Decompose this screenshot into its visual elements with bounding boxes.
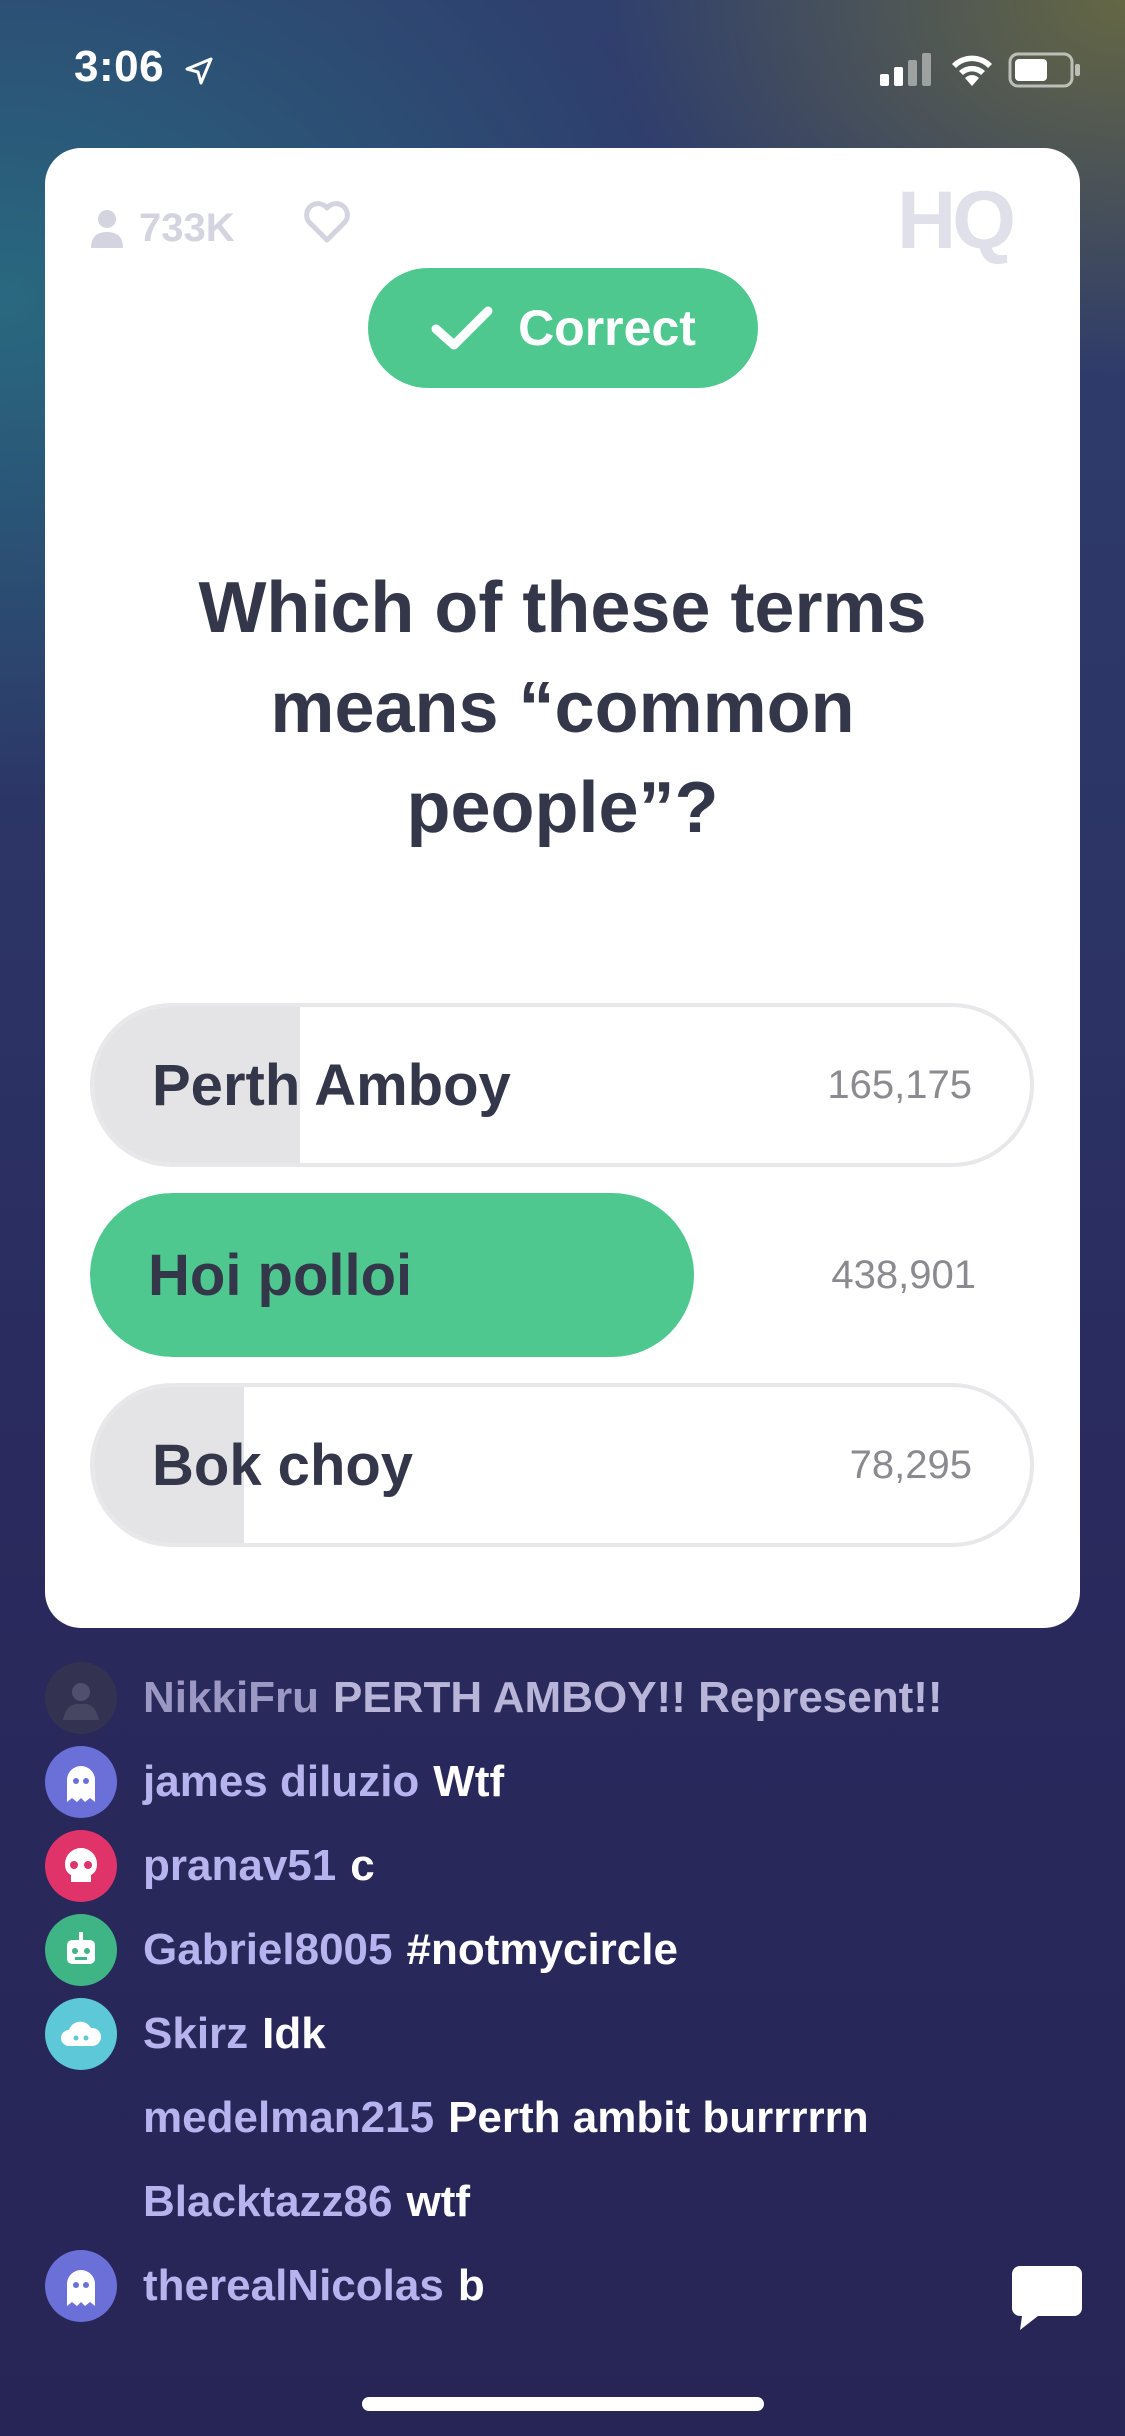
chat-text: wtf (406, 2177, 471, 2226)
answer-option-1[interactable]: Perth Amboy 165,175 (90, 1003, 1034, 1167)
cloud-icon (45, 1998, 117, 2070)
correct-badge: Correct (368, 268, 758, 388)
chat-message: therealNicolas b (45, 2250, 485, 2322)
avatar-placeholder (45, 2082, 117, 2154)
answer-1-label: Perth Amboy (152, 1052, 511, 1118)
chat-message: james diluzio Wtf (45, 1746, 504, 1818)
chat-message: Skirz Idk (45, 1998, 326, 2070)
chat-text: #notmycircle (406, 1925, 678, 1974)
battery-icon (1008, 52, 1080, 88)
wifi-icon (952, 55, 992, 86)
chat-text: Wtf (433, 1757, 505, 1806)
chat-text: Perth ambit burrrrrn (448, 2093, 869, 2142)
location-arrow-icon (185, 57, 213, 85)
answer-option-3[interactable]: Bok choy 78,295 (90, 1383, 1034, 1547)
answer-2-label: Hoi polloi (148, 1242, 413, 1308)
check-icon (431, 306, 493, 350)
chat-username: medelman215 (143, 2093, 435, 2142)
answer-3-label: Bok choy (152, 1432, 414, 1498)
chat-text: c (350, 1841, 375, 1890)
status-time: 3:06 (74, 42, 165, 91)
robot-icon (45, 1914, 117, 1986)
chat-username: james diluzio (143, 1757, 420, 1806)
chat-text: b (457, 2261, 485, 2310)
answer-3-count: 78,295 (849, 1442, 972, 1487)
ghost-icon (45, 2250, 117, 2322)
hq-logo: HQ (897, 176, 1017, 266)
question-card: 733K HQ Correct Which of these terms mea… (45, 148, 1080, 1628)
ghost-icon (45, 1746, 117, 1818)
correct-label: Correct (518, 300, 696, 356)
chat-username: Blacktazz86 (143, 2177, 393, 2226)
chat-username: therealNicolas (143, 2261, 444, 2310)
chat-message: NikkiFru PERTH AMBOY!! Represent!! (45, 1662, 943, 1734)
chat-username: pranav51 (143, 1841, 337, 1890)
heart-icon[interactable] (303, 200, 351, 244)
chat-message: Blacktazz86 wtf (45, 2166, 470, 2238)
status-bar: 3:06 (0, 0, 1125, 140)
chat-text: PERTH AMBOY!! Represent!! (333, 1673, 943, 1722)
chat-bubble-icon[interactable] (1010, 2262, 1084, 2332)
home-indicator[interactable] (362, 2397, 764, 2411)
question-text: Which of these terms means “common peopl… (198, 568, 927, 848)
skull-icon (45, 1830, 117, 1902)
chat-username: Gabriel8005 (143, 1925, 393, 1974)
viewer-count-group: 733K (89, 200, 235, 256)
avatar-placeholder (45, 2166, 117, 2238)
answer-1-count: 165,175 (827, 1062, 972, 1107)
person-icon (91, 210, 123, 248)
photo-avatar (45, 1662, 117, 1734)
photo-avatar-image (63, 1683, 99, 1720)
chat-text: Idk (262, 2009, 326, 2058)
answer-option-2[interactable]: Hoi polloi 438,901 (90, 1193, 1034, 1357)
answer-2-count: 438,901 (831, 1252, 976, 1297)
cellular-signal-icon (880, 53, 931, 86)
chat-message: medelman215 Perth ambit burrrrrn (45, 2082, 869, 2154)
chat-message: pranav51 c (45, 1830, 375, 1902)
chat-username: NikkiFru (143, 1673, 320, 1722)
viewer-count: 733K (139, 205, 235, 250)
chat-message: Gabriel8005 #notmycircle (45, 1914, 678, 1986)
chat-username: Skirz (143, 2009, 249, 2058)
svg-text:HQ: HQ (897, 176, 1013, 266)
